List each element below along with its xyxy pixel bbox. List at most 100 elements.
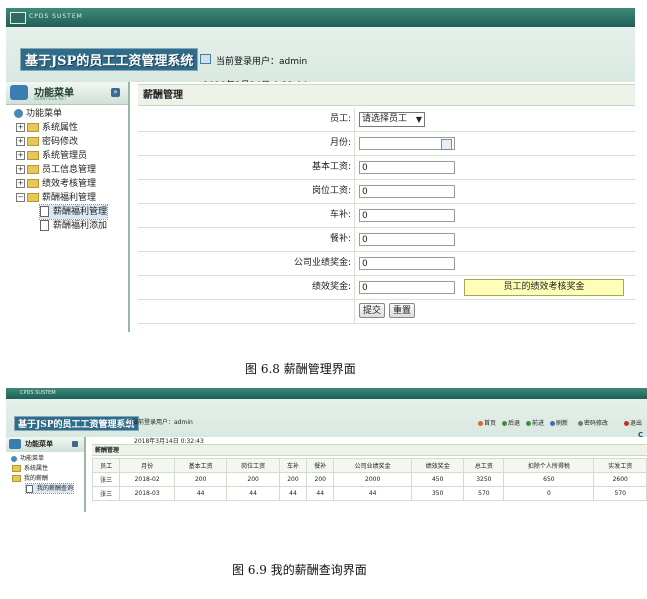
month-label: 月份: xyxy=(138,132,355,155)
table-cell: 200 xyxy=(306,472,335,487)
sidebar-item-salary-add[interactable]: 薪酬福利添加 xyxy=(40,219,107,233)
reset-button[interactable]: 重置 xyxy=(389,303,415,318)
base-salary-input[interactable]: 0 xyxy=(359,161,455,174)
table-cell: 0 xyxy=(503,486,595,501)
expand-plus-icon[interactable]: + xyxy=(16,151,25,160)
sidebar-header: 功能菜单 SUNNYSIDE.NET » xyxy=(6,82,128,105)
col-header: 员工 xyxy=(91,458,121,473)
transport-label: 车补: xyxy=(138,204,355,227)
table-cell: 450 xyxy=(410,472,465,487)
company-bonus-label: 公司业绩奖金: xyxy=(138,252,355,275)
nav-home[interactable]: 首页 xyxy=(478,418,496,427)
current-user-label: 当前登录用户：admin xyxy=(132,419,193,426)
folder-icon xyxy=(27,123,39,132)
app-title-logo: 基于JSP的员工工资管理系统 xyxy=(20,48,199,71)
app-header: 基于JSP的员工工资管理系统 当前登录用户：admin 2018年3月14日 0… xyxy=(6,27,635,91)
collapse-minus-icon[interactable]: − xyxy=(16,193,25,202)
open-folder-icon xyxy=(27,193,39,202)
nav-refresh[interactable]: 刷新 xyxy=(550,418,568,427)
post-salary-input[interactable]: 0 xyxy=(359,185,455,198)
window-title: CPDS SUSTEM xyxy=(29,13,83,20)
table-cell: 44 xyxy=(306,486,335,501)
nav-logout[interactable]: 退出 xyxy=(624,418,642,427)
company-bonus-input[interactable]: 0 xyxy=(359,257,455,270)
expand-plus-icon[interactable]: + xyxy=(16,137,25,146)
table-cell: 2600 xyxy=(593,472,647,487)
app-window-icon xyxy=(10,12,26,24)
logout-icon xyxy=(624,421,629,426)
submit-button[interactable]: 提交 xyxy=(359,303,385,318)
meal-input[interactable]: 0 xyxy=(359,233,455,246)
post-salary-label: 岗位工资: xyxy=(138,180,355,203)
table-cell: 650 xyxy=(503,472,595,487)
app-title-logo: 基于JSP的员工工资管理系统 xyxy=(14,416,139,431)
menu-icon xyxy=(10,85,28,100)
sidebar-item-sysadmin[interactable]: + 系统管理员 xyxy=(16,149,87,163)
meal-label: 餐补: xyxy=(138,228,355,251)
table-cell: 350 xyxy=(410,486,465,501)
salary-table: 员工 月份 基本工资 岗位工资 车补 餐补 公司业绩奖金 绩效奖金 总工资 扣除… xyxy=(91,458,647,501)
folder-icon xyxy=(12,465,21,472)
form-row-meal: 餐补: 0 xyxy=(138,228,635,252)
main-content: 薪酬管理 员工 月份 基本工资 岗位工资 车补 餐补 公司业绩奖金 绩效奖金 总… xyxy=(91,444,647,504)
sidebar-item-my-salary[interactable]: 我的薪酬 xyxy=(12,474,48,483)
employee-select[interactable]: 请选择员工 ▼ xyxy=(359,112,425,127)
key-icon xyxy=(578,421,583,426)
nav-forward[interactable]: 前进 xyxy=(526,418,544,427)
collapse-toggle-icon[interactable] xyxy=(72,441,78,447)
sidebar-item-performance[interactable]: + 绩效考核管理 xyxy=(16,177,96,191)
document-icon xyxy=(26,484,33,493)
sidebar-item-password[interactable]: + 密码修改 xyxy=(16,135,78,149)
table-cell: 570 xyxy=(593,486,647,501)
sidebar-item-system-properties[interactable]: + 系统属性 xyxy=(16,121,78,135)
table-cell: 2000 xyxy=(333,472,412,487)
col-header: 餐补 xyxy=(306,458,335,473)
table-row: 张三 2018-02 200 200 200 200 2000 450 3250… xyxy=(91,472,647,487)
form-row-post-salary: 岗位工资: 0 xyxy=(138,180,635,204)
sidebar-item-system-properties[interactable]: 系统属性 xyxy=(12,464,48,473)
panel-title: 薪酬管理 xyxy=(92,444,647,456)
col-header: 月份 xyxy=(119,458,175,473)
window-titlebar: CPDS SUSTEM xyxy=(6,8,635,27)
employee-label: 员工: xyxy=(138,108,355,131)
form-row-employee: 员工: 请选择员工 ▼ xyxy=(138,108,635,132)
nav-back[interactable]: 后退 xyxy=(502,418,520,427)
table-cell: 2018-03 xyxy=(119,486,175,501)
table-cell: 44 xyxy=(173,486,228,501)
tree-root[interactable]: 功能菜单 xyxy=(11,454,44,463)
collapse-toggle-icon[interactable]: » xyxy=(111,88,120,97)
expand-plus-icon[interactable]: + xyxy=(16,123,25,132)
calendar-icon[interactable] xyxy=(441,139,452,150)
folder-icon xyxy=(27,165,39,174)
table-row: 张三 2018-03 44 44 44 44 44 350 570 0 570 xyxy=(91,486,647,501)
table-cell: 张三 xyxy=(91,472,121,487)
table-header-row: 员工 月份 基本工资 岗位工资 车补 餐补 公司业绩奖金 绩效奖金 总工资 扣除… xyxy=(91,458,647,473)
table-cell: 200 xyxy=(226,472,280,487)
user-icon xyxy=(200,54,211,64)
sidebar-item-salary-manage[interactable]: 薪酬福利管理 xyxy=(38,204,109,220)
sidebar-header: 功能菜单 xyxy=(6,437,84,452)
sidebar-item-salary-welfare[interactable]: − 薪酬福利管理 xyxy=(16,191,96,205)
tree-root[interactable]: 功能菜单 xyxy=(14,107,62,121)
document-icon xyxy=(40,220,49,231)
forward-arrow-icon xyxy=(526,421,531,426)
table-cell: 44 xyxy=(226,486,280,501)
transport-input[interactable]: 0 xyxy=(359,209,455,222)
expand-plus-icon[interactable]: + xyxy=(16,179,25,188)
sidebar-item-employee-info[interactable]: + 员工信息管理 xyxy=(16,163,96,177)
col-header: 基本工资 xyxy=(173,458,228,473)
month-input[interactable] xyxy=(359,137,455,150)
chevron-down-icon: ▼ xyxy=(415,115,422,124)
expand-plus-icon[interactable]: + xyxy=(16,165,25,174)
table-cell: 3250 xyxy=(463,472,505,487)
form-row-company-bonus: 公司业绩奖金: 0 xyxy=(138,252,635,276)
sidebar-item-my-salary-query[interactable]: 我的薪酬查询 xyxy=(24,483,75,494)
nav-change-password[interactable]: 密码修改 xyxy=(578,418,608,427)
user-icon xyxy=(124,418,132,425)
edge-cut-label: C xyxy=(638,431,644,439)
perf-bonus-input[interactable]: 0 xyxy=(359,281,455,294)
document-icon xyxy=(40,206,49,217)
back-arrow-icon xyxy=(502,421,507,426)
refresh-icon xyxy=(550,421,555,426)
form-row-month: 月份: xyxy=(138,132,635,156)
